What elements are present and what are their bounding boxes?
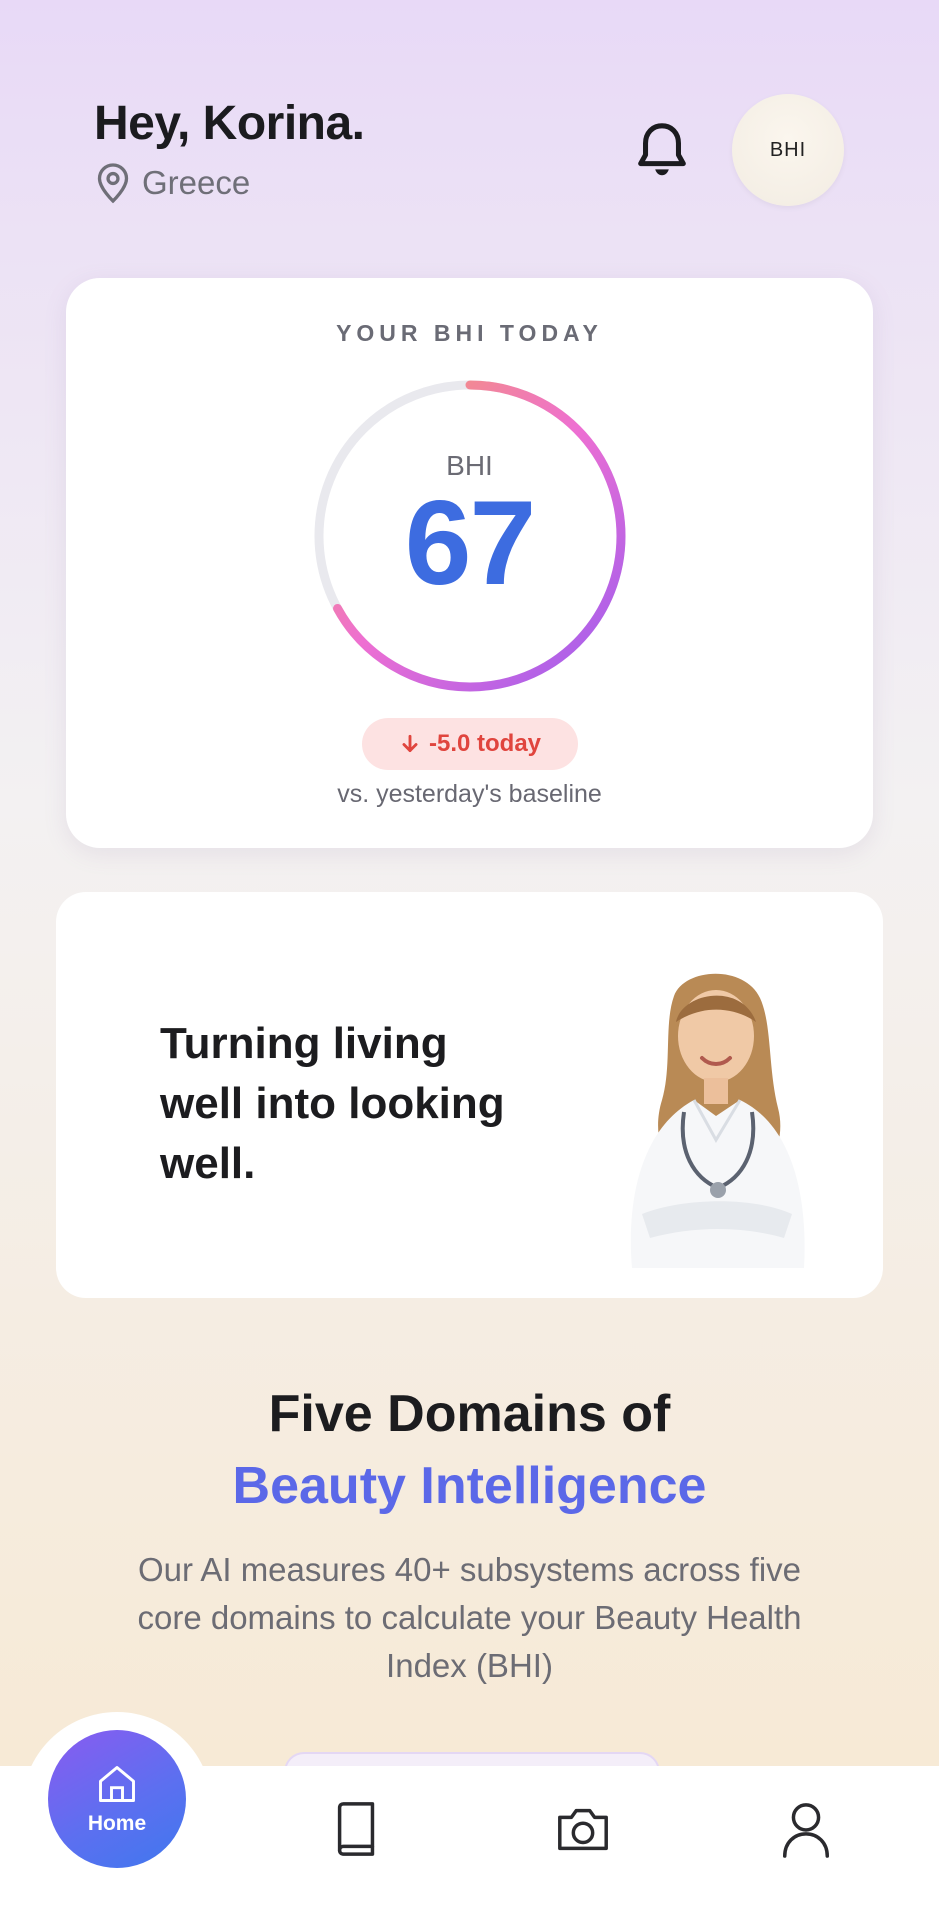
nav-home-label: Home [87, 1812, 147, 1835]
avatar[interactable]: BHI [732, 94, 844, 206]
score-delta-badge: -5.0 today [362, 718, 578, 770]
arrow-down-icon [402, 734, 418, 753]
location-label: Greece [142, 164, 251, 201]
location-pin-icon [97, 163, 129, 204]
home-icon [99, 1766, 135, 1802]
profile-icon[interactable] [780, 1800, 832, 1858]
domains-subtitle: Beauty Intelligence [232, 1457, 707, 1515]
bhi-card-kicker: YOUR BHI TODAY [336, 320, 603, 346]
nav-home-button[interactable]: Home [48, 1730, 186, 1868]
bhi-score-card[interactable]: YOUR BHI TODAY BHI 67 -5.0 today vs. yes… [66, 278, 873, 848]
doctor-illustration [630, 973, 805, 1268]
camera-icon[interactable] [554, 1800, 612, 1858]
book-icon[interactable] [331, 1800, 383, 1858]
baseline-caption: vs. yesterday's baseline [337, 780, 602, 808]
location: Greece [94, 162, 250, 204]
bell-icon[interactable] [634, 120, 690, 182]
score-delta-text: -5.0 today [428, 730, 542, 757]
header: Hey, Korina. Greece BHI [0, 0, 939, 240]
domains-description: Our AI measures 40+ subsystems across fi… [137, 1551, 802, 1684]
promo-card[interactable]: Turning living well into looking well. [56, 892, 883, 1298]
domains-title: Five Domains of [268, 1385, 671, 1443]
bhi-score-value: 67 [404, 476, 536, 610]
greeting-title: Hey, Korina. [94, 97, 365, 150]
promo-headline: Turning living well into looking well. [160, 1019, 505, 1188]
